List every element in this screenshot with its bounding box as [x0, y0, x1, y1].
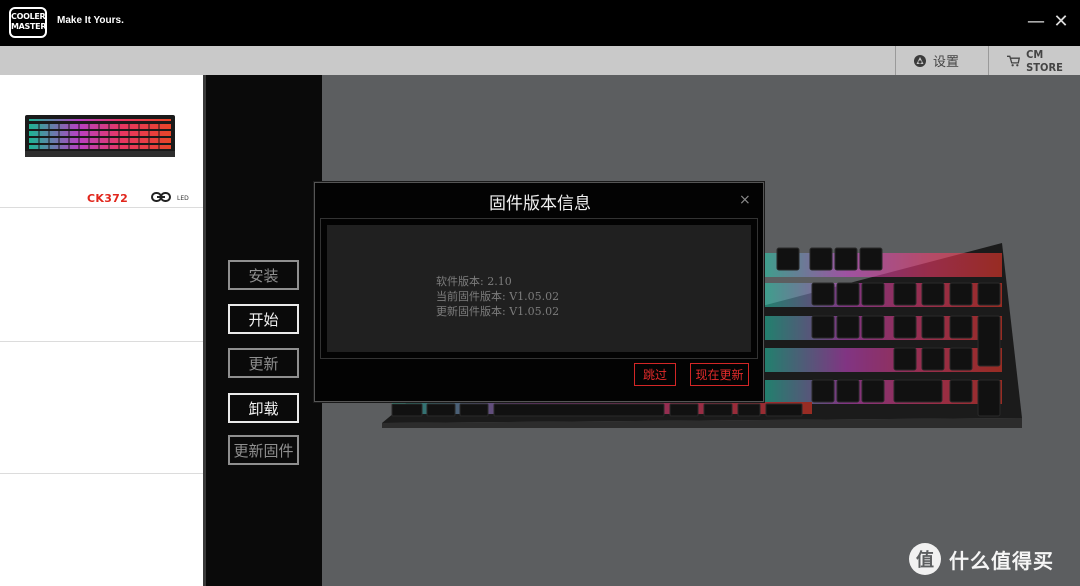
- watermark: 值 什么值得买: [909, 543, 1054, 575]
- dialog-info-panel: 软件版本: 2.10 当前固件版本: V1.05.02 更新固件版本: V1.0…: [327, 225, 751, 352]
- store-label: CM STORE: [1026, 47, 1063, 74]
- update-now-button[interactable]: 现在更新: [690, 363, 749, 386]
- settings-button[interactable]: 设置: [895, 46, 988, 75]
- current-firmware-version: 当前固件版本: V1.05.02: [436, 290, 560, 303]
- uninstall-button[interactable]: 卸载: [228, 393, 299, 423]
- update-button[interactable]: 更新: [228, 348, 299, 378]
- watermark-text: 什么值得买: [949, 548, 1054, 573]
- install-button[interactable]: 安装: [228, 260, 299, 290]
- watermark-logo-icon: 值: [909, 543, 941, 575]
- tagline: Make It Yours.: [57, 15, 124, 26]
- minimize-button[interactable]: —: [1027, 12, 1045, 32]
- software-version: 软件版本: 2.10: [436, 275, 512, 288]
- toolbar: 设置 CM STORE: [0, 46, 1080, 75]
- firmware-dialog: 固件版本信息 × 软件版本: 2.10 当前固件版本: V1.05.02 更新固…: [314, 182, 764, 402]
- dialog-close-icon[interactable]: ×: [739, 192, 751, 208]
- dialog-info-frame: 软件版本: 2.10 当前固件版本: V1.05.02 更新固件版本: V1.0…: [320, 218, 758, 359]
- device-panel: CK372 LED: [0, 75, 203, 586]
- title-bar: COOLER MASTER Make It Yours. — ✕: [0, 0, 1080, 46]
- cooler-master-logo: COOLER MASTER: [9, 7, 47, 38]
- logo-line-2: MASTER: [11, 22, 47, 31]
- divider-3: [0, 473, 203, 474]
- shopping-cart-icon: [1007, 55, 1021, 66]
- update-firmware-version: 更新固件版本: V1.05.02: [436, 305, 560, 318]
- logo-line-1: COOLER: [11, 12, 46, 21]
- cm-store-button[interactable]: CM STORE: [988, 46, 1080, 75]
- dialog-title: 固件版本信息: [489, 194, 591, 214]
- settings-icon: [914, 54, 926, 67]
- divider-1: [0, 207, 203, 208]
- app-window: COOLER MASTER Make It Yours. — ✕ 设置 CM S…: [0, 0, 1080, 586]
- led-label: LED: [177, 195, 189, 202]
- device-name: CK372: [87, 192, 129, 205]
- settings-label: 设置: [933, 55, 960, 70]
- update-firmware-button[interactable]: 更新固件: [228, 435, 299, 465]
- skip-button[interactable]: 跳过: [634, 363, 676, 386]
- start-button[interactable]: 开始: [228, 304, 299, 334]
- divider-2: [0, 341, 203, 342]
- keyboard-thumbnail[interactable]: [25, 113, 175, 159]
- close-button[interactable]: ✕: [1052, 12, 1070, 32]
- link-icon[interactable]: [151, 191, 171, 203]
- action-column: 安装 开始 更新 卸载 更新固件: [206, 75, 322, 586]
